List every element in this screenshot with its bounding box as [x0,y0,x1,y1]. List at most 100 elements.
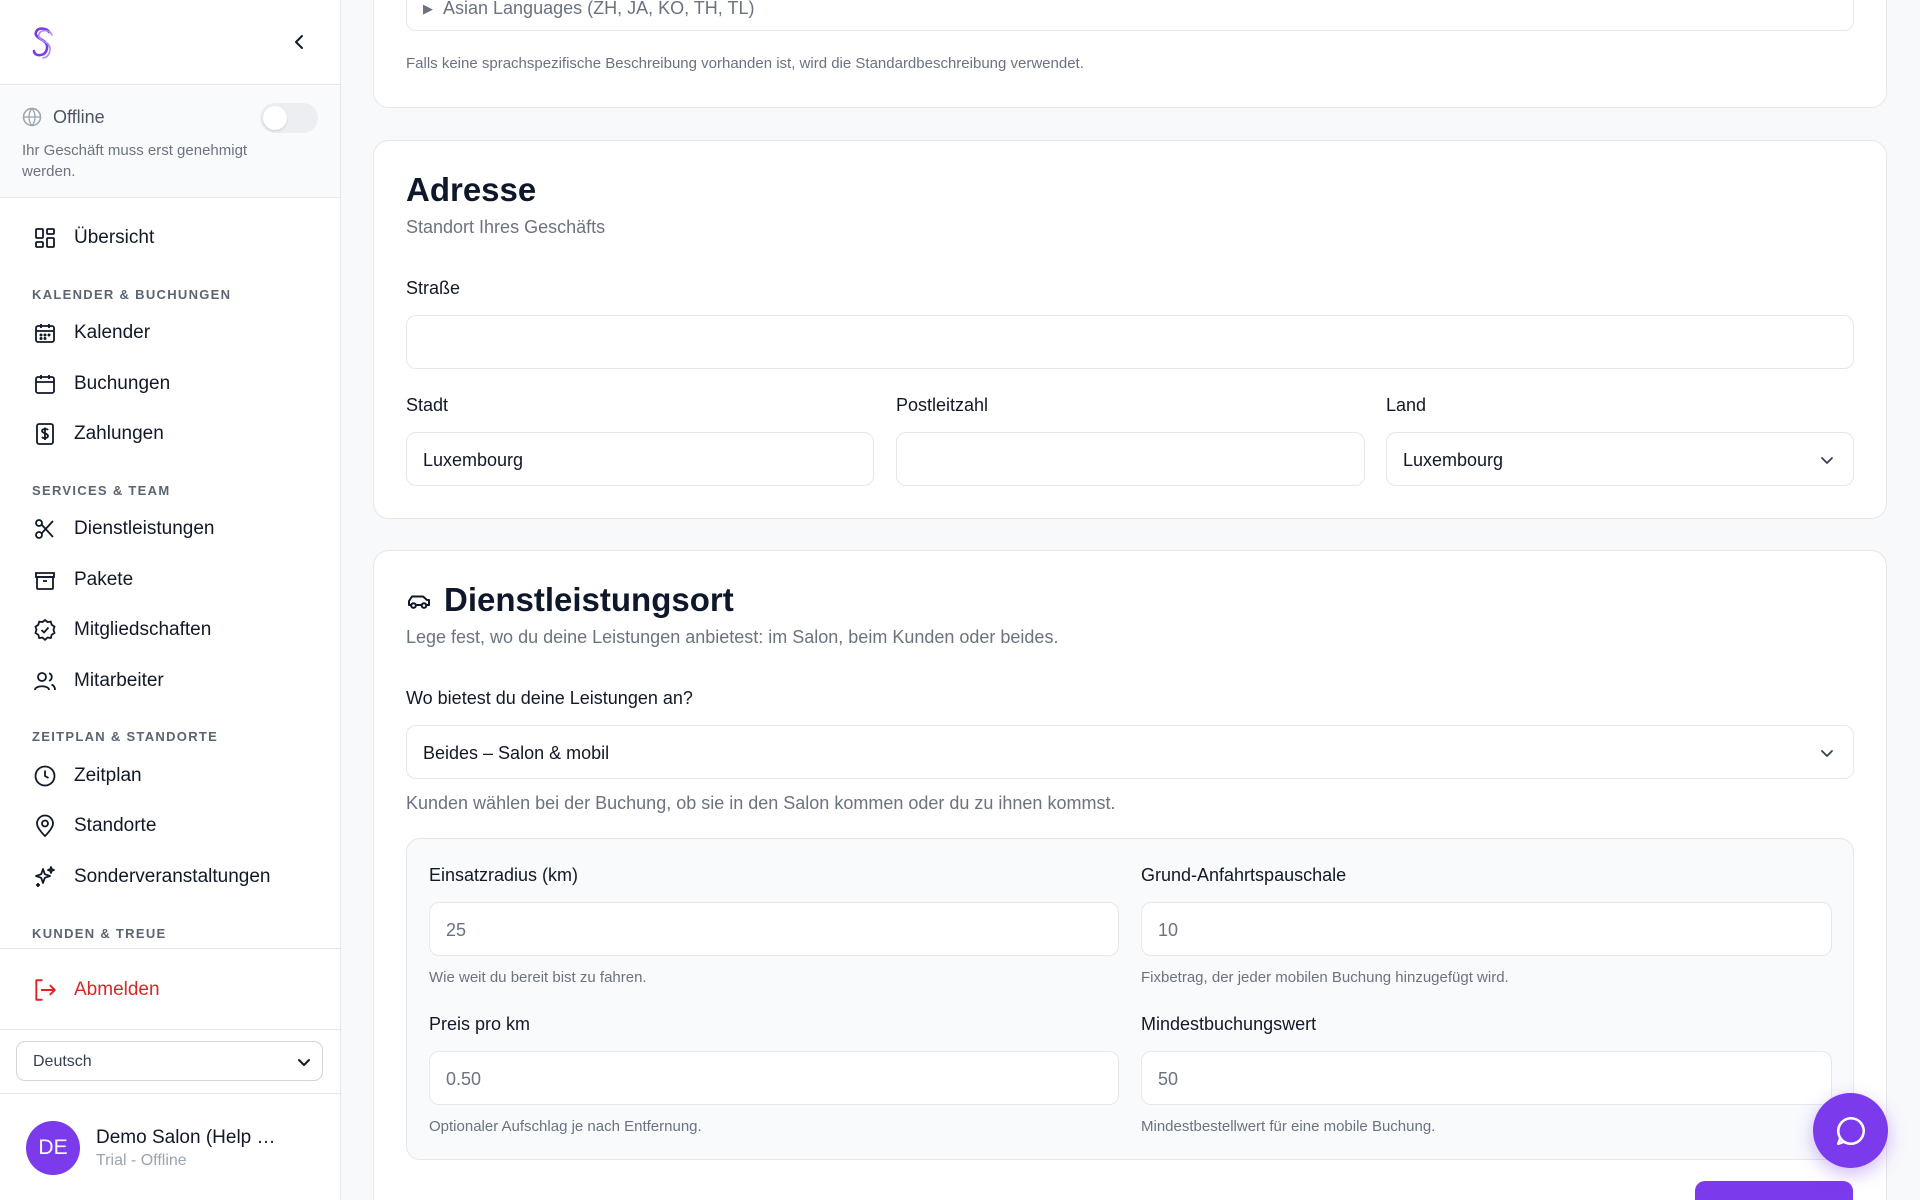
sidebar-item-label: Standorte [74,815,157,836]
save-button[interactable] [1695,1181,1853,1200]
sidebar: Offline Ihr Geschäft muss erst genehmigt… [0,0,341,1200]
chat-button[interactable] [1813,1093,1888,1168]
calendar-icon [32,371,58,397]
radius-input[interactable]: 25 [429,902,1119,956]
accordion-label: Asian Languages (ZH, JA, KO, TH, TL) [443,0,755,18]
user-plan-status: Trial - Offline [96,1152,187,1169]
sidebar-item-label: Sonderveranstaltungen [74,866,271,887]
base-fee-input[interactable]: 10 [1141,902,1832,956]
sidebar-item-bookings[interactable]: Buchungen [32,364,170,404]
per-km-label: Preis pro km [429,1014,531,1034]
sidebar-item-overview[interactable]: Übersicht [32,218,154,258]
address-card: Adresse Standort Ihres Geschäfts Straße … [373,140,1887,519]
street-label: Straße [406,278,461,298]
sidebar-item-label: Buchungen [74,373,171,394]
per-km-input-placeholder: 0.50 [446,1069,482,1089]
sidebar-item-calendar[interactable]: Kalender [32,313,150,353]
service-mode-select[interactable]: Beides – Salon & mobil [406,725,1854,779]
sidebar-item-label: Kalender [74,322,151,343]
user-profile[interactable]: DE Demo Salon (Help … Trial - Offline [0,1093,340,1200]
business-status-panel: Offline Ihr Geschäft muss erst genehmigt… [0,86,340,198]
sparkles-icon [32,864,58,890]
sidebar-item-label: Pakete [74,569,134,590]
logout-icon [32,977,58,1003]
sidebar-item-schedule[interactable]: Zeitplan [32,756,142,796]
address-subtitle: Standort Ihres Geschäfts [406,217,606,237]
street-input[interactable] [406,315,1854,369]
user-name: Demo Salon (Help … [96,1127,276,1148]
chevron-down-icon [1821,457,1833,464]
description-note: Falls keine sprachspezifische Beschreibu… [406,55,1084,72]
logout-section: Abmelden [0,948,340,1030]
collapse-sidebar-icon[interactable] [289,31,311,53]
main-content: ▶ Asian Languages (ZH, JA, KO, TH, TL) F… [341,0,1920,1200]
sidebar-item-label: Zahlungen [74,423,164,444]
sidebar-item-label: Zeitplan [74,765,142,786]
base-fee-hint: Fixbetrag, der jeder mobilen Buchung hin… [1141,969,1509,986]
dashboard-grid-icon [32,225,58,251]
status-note: Ihr Geschäft muss erst genehmigt werden. [22,142,248,180]
expand-triangle-icon: ▶ [423,1,433,16]
chat-bubble-icon [1836,1116,1865,1145]
clock-icon [32,763,58,789]
radius-label: Einsatzradius (km) [429,865,579,885]
country-select-value: Luxembourg [1403,450,1504,470]
logout-button[interactable]: Abmelden [32,970,160,1010]
toggle-knob [263,106,287,130]
sidebar-item-payments[interactable]: Zahlungen [32,414,164,454]
zip-input[interactable] [896,432,1365,486]
logout-label: Abmelden [74,979,160,1000]
nav-section-calendar: KALENDER & BUCHUNGEN [32,287,232,302]
sidebar-header [0,0,340,85]
min-value-input[interactable]: 50 [1141,1051,1832,1105]
globe-icon [22,107,42,127]
country-select[interactable]: Luxembourg [1386,432,1854,486]
chevron-down-icon [1821,750,1833,757]
base-fee-input-placeholder: 10 [1158,920,1179,940]
language-select-value: Deutsch [33,1053,92,1070]
mobile-settings-panel: Einsatzradius (km) 25 Wie weit du bereit… [406,838,1854,1160]
sidebar-item-label: Dienstleistungen [74,518,215,539]
city-input[interactable]: Luxembourg [406,432,874,486]
calendar-grid-icon [32,320,58,346]
sidebar-item-staff[interactable]: Mitarbeiter [32,661,164,701]
chevron-down-icon [298,1059,310,1066]
city-input-value: Luxembourg [423,450,524,470]
service-mode-value: Beides – Salon & mobil [423,743,610,763]
online-toggle[interactable] [260,103,318,133]
min-value-hint: Mindestbestellwert für eine mobile Buchu… [1141,1118,1436,1135]
country-label: Land [1386,395,1427,415]
address-title: Adresse [406,171,537,208]
service-mode-help: Kunden wählen bei der Buchung, ob sie in… [406,793,1116,813]
avatar: DE [26,1121,80,1175]
badge-check-icon [32,617,58,643]
language-select[interactable]: Deutsch [16,1041,323,1081]
base-fee-label: Grund-Anfahrtspauschale [1141,865,1347,885]
description-card: ▶ Asian Languages (ZH, JA, KO, TH, TL) F… [373,0,1887,108]
language-description-accordion[interactable]: ▶ Asian Languages (ZH, JA, KO, TH, TL) [406,0,1854,31]
sidebar-item-special-events[interactable]: Sonderveranstaltungen [32,857,270,897]
nav-section-services: SERVICES & TEAM [32,483,171,498]
sidebar-item-memberships[interactable]: Mitgliedschaften [32,610,211,650]
sidebar-nav: Übersicht KALENDER & BUCHUNGEN Kalender … [0,200,340,948]
sidebar-item-packages[interactable]: Pakete [32,560,133,600]
sidebar-item-services[interactable]: Dienstleistungen [32,509,214,549]
service-location-subtitle: Lege fest, wo du deine Leistungen anbiet… [406,627,1059,647]
receipt-dollar-icon [32,421,58,447]
service-location-title: Dienstleistungsort [444,581,734,618]
min-value-label: Mindestbuchungswert [1141,1014,1317,1034]
status-label: Offline [53,107,105,127]
scissors-icon [32,516,58,542]
service-mode-label: Wo bietest du deine Leistungen an? [406,688,693,708]
city-label: Stadt [406,395,449,415]
brand-logo-icon[interactable] [30,26,56,60]
package-box-icon [32,567,58,593]
nav-section-schedule: ZEITPLAN & STANDORTE [32,729,219,744]
map-pin-icon [32,813,58,839]
min-value-input-placeholder: 50 [1158,1069,1179,1089]
sidebar-item-locations[interactable]: Standorte [32,806,156,846]
per-km-input[interactable]: 0.50 [429,1051,1119,1105]
radius-input-placeholder: 25 [446,920,467,940]
per-km-hint: Optionaler Aufschlag je nach Entfernung. [429,1118,702,1135]
users-icon [32,668,58,694]
